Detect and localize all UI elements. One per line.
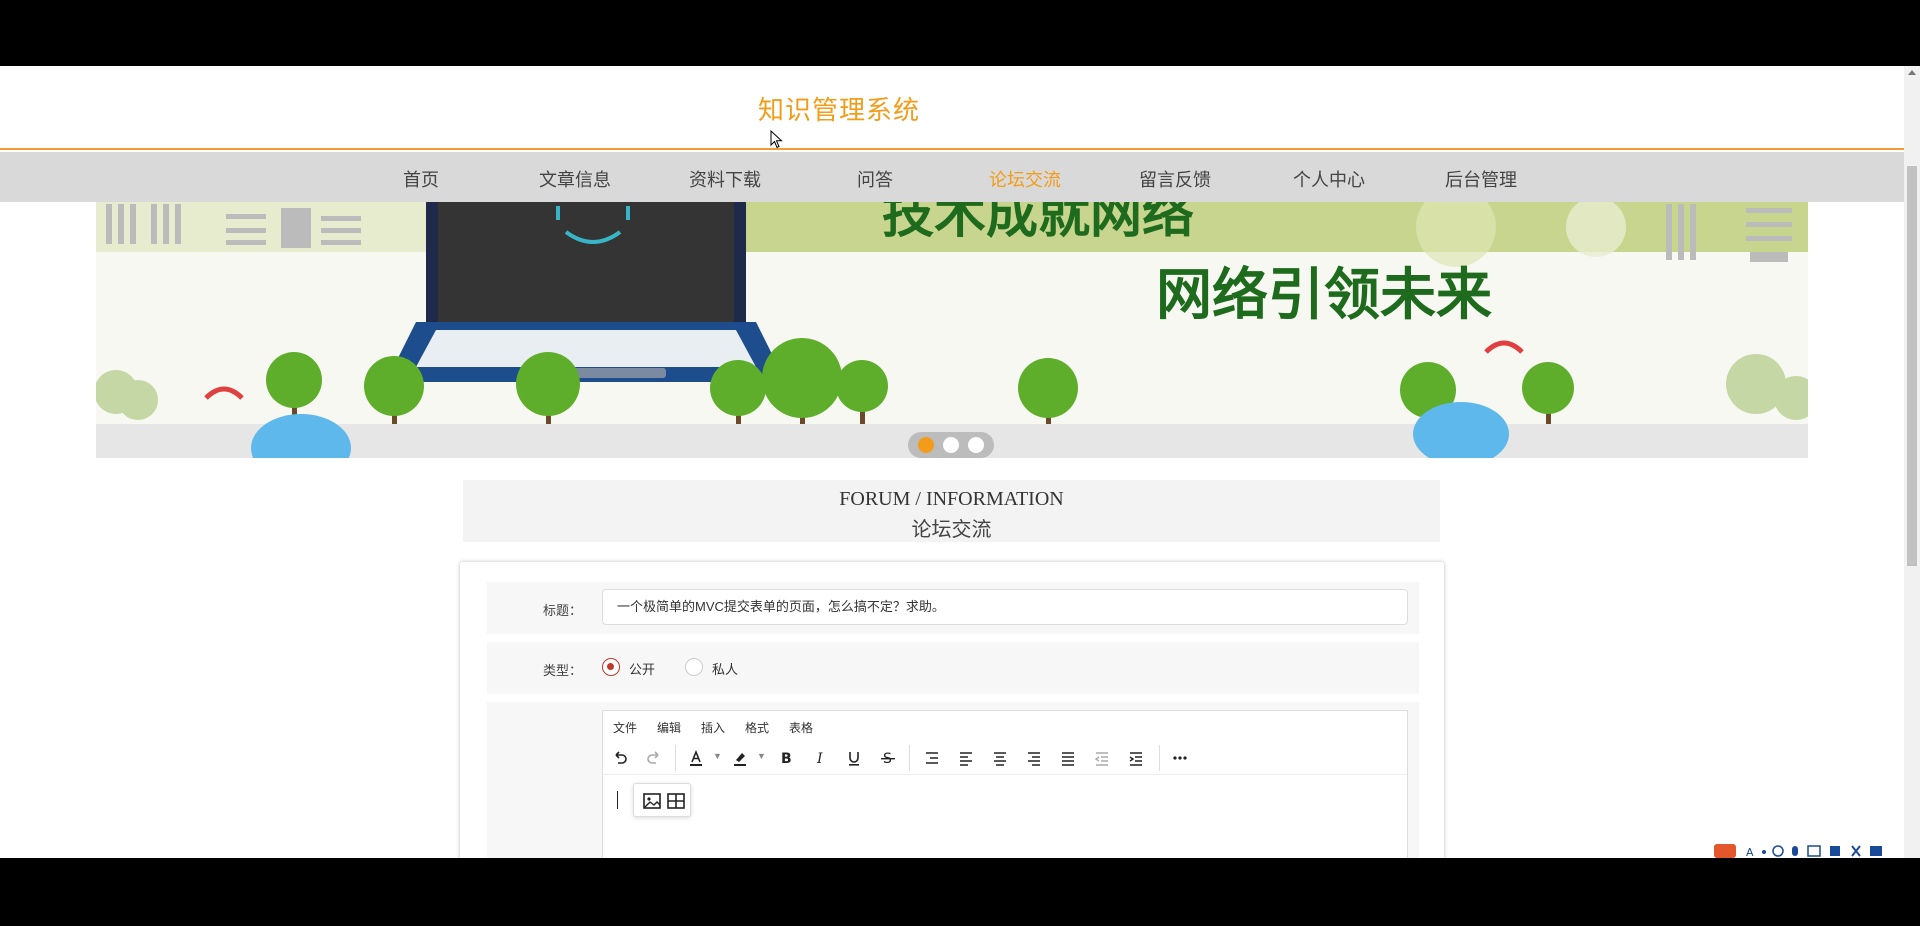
redo-icon[interactable] [641,745,667,771]
screen-top-letterbox [0,0,1920,66]
outdent-icon[interactable] [1089,745,1115,771]
banner-slogan-2: 网络引领未来 [1156,263,1492,328]
scroll-up-arrow-icon[interactable] [1908,70,1916,75]
page-scrollbar[interactable] [1904,66,1920,858]
carousel-indicators [908,432,994,458]
align-right-icon[interactable] [1021,745,1047,771]
section-title-cn: 论坛交流 [911,519,992,541]
menu-file[interactable]: 文件 [613,719,637,736]
strikethrough-icon[interactable]: S [875,745,901,771]
carousel-dot-1[interactable] [918,437,934,453]
text-color-icon[interactable] [683,745,709,771]
carousel-dot-3[interactable] [968,437,984,453]
mouse-pointer-icon [770,130,783,149]
bold-icon[interactable]: B [773,745,799,771]
nav-item-feedback[interactable]: 留言反馈 [1110,166,1240,192]
underline-icon[interactable] [841,745,867,771]
tools-icon [1851,845,1861,857]
ime-logo-icon [1714,844,1736,858]
nav-item-admin[interactable]: 后台管理 [1416,166,1546,192]
editor-menubar: 文件 编辑 插入 格式 表格 [603,711,1407,739]
grid-icon [1870,846,1882,856]
banner-slogan-1: 技术成就网络 [882,202,1194,245]
emoji-icon [1772,845,1784,857]
toolbar-divider [675,745,676,771]
indent-icon[interactable] [1123,745,1149,771]
title-input[interactable]: 一个极简单的MVC提交表单的页面，怎么搞不定？求助。 [602,589,1408,625]
quick-insert-popup [633,783,691,817]
menu-insert[interactable]: 插入 [701,719,725,736]
nav-item-articles[interactable]: 文章信息 [510,166,640,192]
radio-public-label[interactable]: 公开 [629,659,655,678]
nav-item-qa[interactable]: 问答 [810,166,940,192]
banner-carousel[interactable]: 技术成就网络 网络引领未来 [96,202,1808,458]
line-height-icon[interactable] [919,745,945,771]
title-row: 标题： 一个极简单的MVC提交表单的页面，怎么搞不定？求助。 [487,582,1419,634]
radio-private[interactable] [685,658,703,676]
highlight-color-icon[interactable] [727,745,753,771]
carousel-dot-2[interactable] [943,437,959,453]
chevron-down-icon[interactable]: ▼ [713,751,722,761]
insert-image-icon[interactable] [642,791,662,811]
svg-text:A: A [1746,846,1754,858]
title-label: 标题： [542,603,582,618]
nav-item-home[interactable]: 首页 [356,166,486,192]
type-label: 类型： [542,663,582,678]
menu-edit[interactable]: 编辑 [657,719,681,736]
more-icon[interactable] [1167,745,1193,771]
mic-icon [1792,846,1798,856]
radio-public[interactable] [602,658,620,676]
svg-text:B: B [781,751,792,767]
section-header: FORUM / INFORMATION 论坛交流 [463,480,1440,542]
undo-icon[interactable] [607,745,633,771]
site-header: 知识管理系统 [0,66,1904,150]
content-row: 文件 编辑 插入 格式 表格 ▼ ▼ B I S [487,702,1419,858]
type-row: 类型： 公开 私人 [487,642,1419,694]
ime-tray: A [1714,844,1882,858]
shirt-icon [1830,846,1840,856]
screen-bottom-letterbox [0,858,1920,926]
nav-item-forum[interactable]: 论坛交流 [960,166,1090,192]
menu-format[interactable]: 格式 [745,719,769,736]
chevron-down-icon[interactable]: ▼ [757,751,766,761]
banner-illustration: 技术成就网络 网络引领未来 [96,202,1808,458]
section-title-en: FORUM / INFORMATION [839,488,1064,510]
editor-toolbar: ▼ ▼ B I S [603,741,1407,775]
site-title: 知识管理系统 [758,95,921,125]
menu-table[interactable]: 表格 [789,719,813,736]
toolbar-divider [909,745,910,771]
scroll-thumb[interactable] [1907,166,1917,566]
insert-table-icon[interactable] [666,791,686,811]
nav-item-profile[interactable]: 个人中心 [1264,166,1394,192]
main-nav: 首页 文章信息 资料下载 问答 论坛交流 留言反馈 个人中心 后台管理 [0,152,1904,202]
editor-content-area[interactable] [603,777,1407,858]
forum-post-form: 标题： 一个极简单的MVC提交表单的页面，怎么搞不定？求助。 类型： 公开 私人… [460,562,1444,858]
browser-viewport: 知识管理系统 首页 文章信息 资料下载 问答 论坛交流 留言反馈 个人中心 后台… [0,66,1920,858]
nav-item-downloads[interactable]: 资料下载 [660,166,790,192]
rich-text-editor: 文件 编辑 插入 格式 表格 ▼ ▼ B I S [602,710,1408,858]
align-center-icon[interactable] [987,745,1013,771]
keyboard-icon [1807,845,1821,857]
radio-private-label[interactable]: 私人 [712,659,738,678]
align-justify-icon[interactable] [1055,745,1081,771]
align-left-icon[interactable] [953,745,979,771]
text-caret [617,791,618,809]
toolbar-divider [1159,745,1160,771]
svg-text:I: I [816,751,823,767]
italic-icon[interactable]: I [807,745,833,771]
